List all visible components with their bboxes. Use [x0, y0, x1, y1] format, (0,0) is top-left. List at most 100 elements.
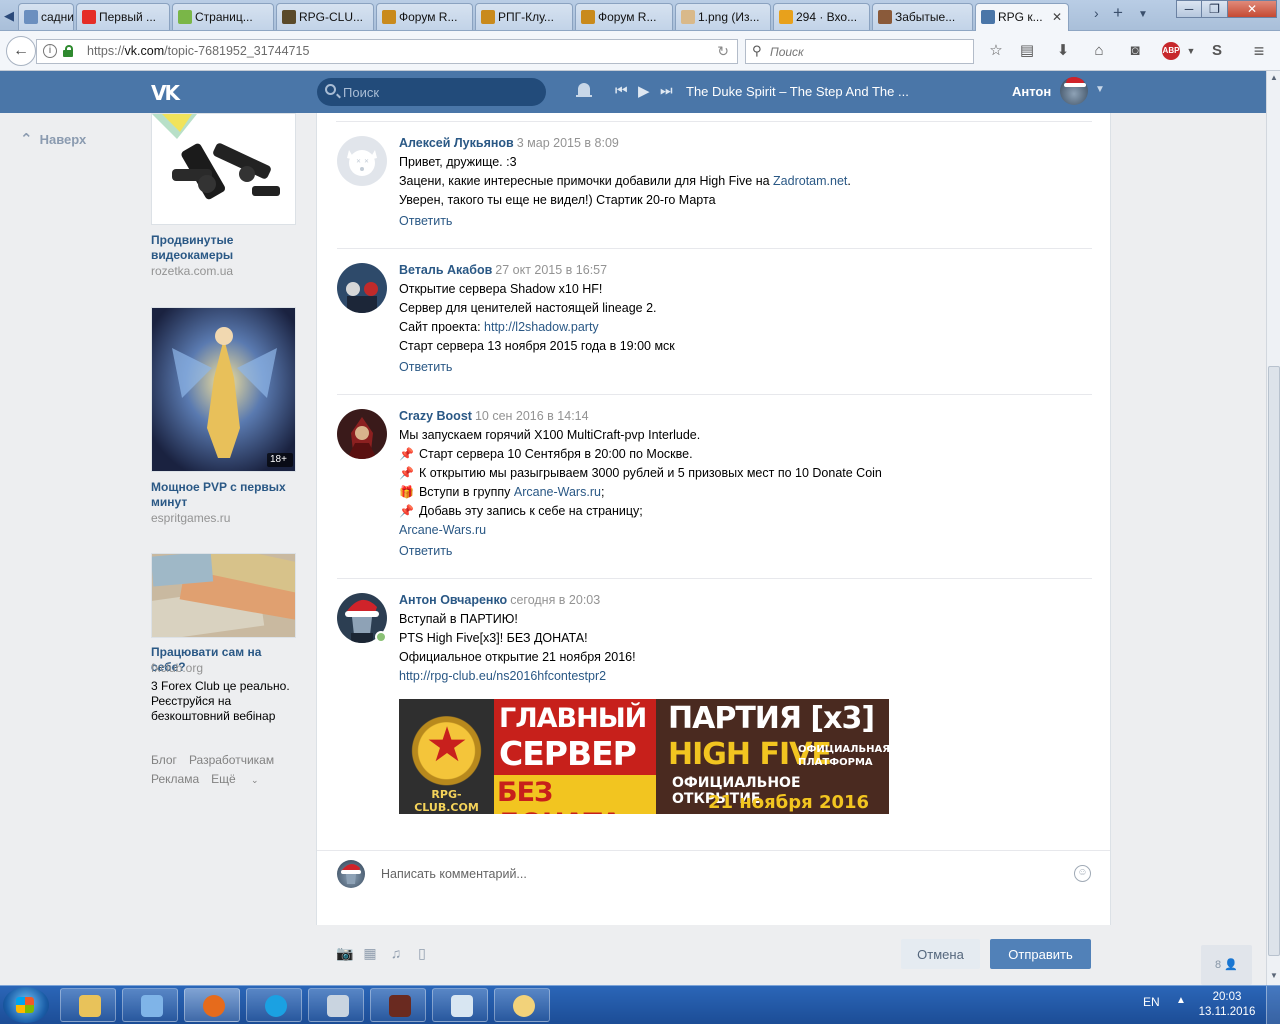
menu-icon[interactable]: ≡ — [1248, 40, 1270, 62]
taskbar-calculator[interactable] — [308, 988, 364, 1022]
close-window-icon[interactable]: ✕ — [1227, 0, 1277, 18]
send-button[interactable]: Отправить — [990, 939, 1091, 969]
browser-tab[interactable]: Форум R... — [376, 3, 473, 30]
music-icon[interactable]: ♫ — [388, 946, 404, 960]
page-scrollbar[interactable]: ▲ ▼ — [1266, 71, 1280, 985]
clock[interactable]: 20:03 13.11.2016 — [1196, 990, 1258, 1020]
comment-author[interactable]: Антон Овчаренко — [399, 593, 507, 607]
avatar[interactable] — [337, 263, 387, 313]
skype-addon-icon[interactable]: S — [1206, 40, 1228, 62]
browser-tab[interactable]: RPG-CLU... — [276, 3, 374, 30]
comment-link[interactable]: Arcane-Wars.ru — [514, 485, 601, 499]
comment-author[interactable]: Алексей Лукьянов — [399, 136, 514, 150]
reload-icon[interactable]: ↻ — [717, 43, 729, 60]
tab-list-icon[interactable]: ▼ — [1138, 9, 1148, 20]
comment-date[interactable]: 10 сен 2016 в 14:14 — [475, 409, 589, 423]
scroll-down-icon[interactable]: ▼ — [1267, 969, 1280, 983]
vk-search[interactable] — [317, 78, 546, 106]
footer-ads-link[interactable]: Реклама — [151, 772, 199, 786]
show-desktop-button[interactable] — [1266, 986, 1280, 1024]
ad-domain[interactable]: rozetka.com.ua — [151, 264, 233, 278]
ad-image-camera-mount[interactable] — [151, 113, 296, 225]
ad-description[interactable]: 3 Forex Club це реально. Реєструйся на б… — [151, 679, 296, 724]
ad-image-euro-banknotes[interactable] — [151, 553, 296, 638]
ad-title-pvp[interactable]: Мощное PVP с первых минут — [151, 480, 296, 510]
taskbar-notes[interactable] — [432, 988, 488, 1022]
camera-icon[interactable]: 📷 — [336, 946, 353, 960]
browser-tab[interactable]: Первый ... — [76, 3, 170, 30]
comment-author[interactable]: Веталь Акабов — [399, 263, 492, 277]
taskbar-game[interactable] — [370, 988, 426, 1022]
minimize-icon[interactable]: ─ — [1176, 0, 1202, 18]
pocket-icon[interactable]: ◙ — [1124, 40, 1146, 62]
ad-title-cameras[interactable]: Продвинутые видеокамеры — [151, 233, 296, 263]
scroll-to-top-link[interactable]: ⌃ Наверх — [20, 130, 86, 148]
browser-tab[interactable]: садни... — [18, 3, 74, 30]
user-name[interactable]: Антон — [1012, 84, 1051, 99]
comment-date[interactable]: 3 мар 2015 в 8:09 — [517, 136, 619, 150]
start-button[interactable] — [3, 987, 49, 1023]
notifications-bell-icon[interactable] — [576, 83, 592, 100]
browser-search-input[interactable] — [770, 43, 965, 61]
keyboard-language[interactable]: EN — [1143, 995, 1160, 1009]
home-icon[interactable]: ⌂ — [1088, 40, 1110, 62]
browser-search-bar[interactable]: ⚲ — [745, 39, 974, 64]
maximize-icon[interactable]: ❐ — [1201, 0, 1228, 18]
close-tab-icon[interactable]: ✕ — [1052, 4, 1062, 30]
ad-image-fantasy-pvp[interactable]: 18+ — [151, 307, 296, 472]
chat-friends-badge[interactable]: 8 👤 — [1201, 945, 1252, 985]
reply-link[interactable]: Ответить — [399, 360, 1089, 374]
taskbar-firefox[interactable] — [184, 988, 240, 1022]
taskbar-explorer[interactable] — [60, 988, 116, 1022]
browser-tab[interactable]: Страниц... — [172, 3, 274, 30]
avatar[interactable]: ✕ ✕ — [337, 136, 387, 186]
avatar[interactable] — [337, 409, 387, 459]
emoji-icon[interactable]: ☺ — [1074, 865, 1091, 882]
chevron-down-icon[interactable]: ▼ — [1095, 84, 1105, 95]
promo-banner[interactable]: ★ RPG-CLUB.COM ГЛАВНЫЙ СЕРВЕР БЕЗ ДОНАТА… — [399, 699, 889, 814]
footer-blog-link[interactable]: Блог — [151, 753, 177, 767]
comment-author[interactable]: Crazy Boost — [399, 409, 472, 423]
scroll-thumb[interactable] — [1268, 366, 1280, 956]
tray-expand-icon[interactable]: ▲ — [1176, 995, 1186, 1006]
taskbar-app[interactable] — [122, 988, 178, 1022]
taskbar-skype[interactable] — [246, 988, 302, 1022]
comment-link[interactable]: http://l2shadow.party — [484, 320, 599, 334]
page-info-icon[interactable]: i — [43, 44, 57, 58]
browser-tab[interactable]: РПГ-Клу... — [475, 3, 573, 30]
tab-scroll-right-icon[interactable]: › — [1094, 5, 1099, 21]
next-track-icon[interactable]: ⏭ — [660, 82, 673, 99]
vk-logo[interactable]: VK — [151, 81, 185, 105]
comment-link[interactable]: Zadrotam.net — [773, 174, 847, 188]
comment-input[interactable] — [381, 865, 1061, 883]
new-tab-icon[interactable]: + — [1113, 3, 1123, 23]
adblock-icon[interactable]: ABP — [1162, 42, 1180, 60]
prev-track-icon[interactable]: ⏮ — [615, 82, 628, 99]
taskbar-paint[interactable] — [494, 988, 550, 1022]
video-icon[interactable]: ▦ — [362, 946, 378, 960]
browser-tab[interactable]: RPG к... ✕ — [975, 3, 1069, 31]
back-button[interactable]: ← — [6, 36, 36, 66]
url-text[interactable]: https://vk.com/topic-7681952_31744715 — [87, 44, 309, 58]
avatar[interactable] — [1060, 77, 1088, 105]
ad-domain[interactable]: espritgames.ru — [151, 511, 230, 525]
bookmark-star-icon[interactable]: ☆ — [985, 40, 1007, 62]
address-bar[interactable]: i https://vk.com/topic-7681952_31744715 … — [36, 39, 738, 64]
browser-tab[interactable]: Забытые... — [872, 3, 973, 30]
download-icon[interactable]: ⬇ — [1052, 40, 1074, 62]
browser-tab[interactable]: 1.png (Из... — [675, 3, 771, 30]
tab-scroll-left-icon[interactable]: ◀ — [0, 3, 18, 29]
browser-tab[interactable]: Форум R... — [575, 3, 673, 30]
comment-link[interactable]: Arcane-Wars.ru — [399, 523, 486, 537]
vk-search-input[interactable] — [343, 84, 538, 100]
reply-link[interactable]: Ответить — [399, 544, 1089, 558]
now-playing-track[interactable]: The Duke Spirit – The Step And The ... — [686, 84, 909, 99]
adblock-dropdown-icon[interactable]: ▼ — [1180, 40, 1202, 62]
play-icon[interactable]: ▶ — [638, 82, 650, 100]
ad-domain[interactable]: fxclub.org — [151, 661, 203, 675]
cancel-button[interactable]: Отмена — [901, 939, 980, 969]
browser-tab[interactable]: 294 · Вхо... — [773, 3, 870, 30]
bookmarks-list-icon[interactable]: ▤ — [1016, 40, 1038, 62]
comment-date[interactable]: сегодня в 20:03 — [510, 593, 600, 607]
footer-more-link[interactable]: Ещё ⌄ — [211, 772, 270, 786]
